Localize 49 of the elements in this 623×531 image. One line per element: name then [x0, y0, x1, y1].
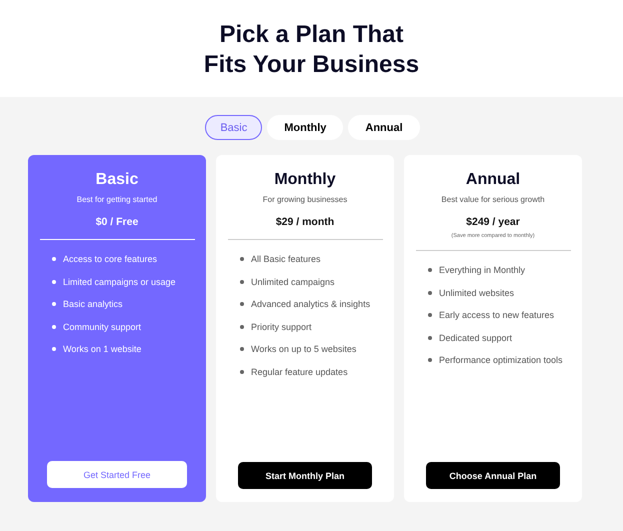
- plan-name: Basic: [96, 171, 138, 189]
- plan-tagline: For growing businesses: [262, 195, 348, 204]
- page-heading: Pick a Plan That: [219, 20, 404, 50]
- bullet-icon: [240, 370, 244, 374]
- plan-tagline: Best value for serious growth: [441, 195, 545, 204]
- bullet-icon: [428, 336, 432, 340]
- bullet-icon: [52, 280, 56, 284]
- plan-tab[interactable]: Monthly: [267, 115, 344, 140]
- page-heading: Fits Your Business: [204, 50, 420, 80]
- plan-button[interactable]: Choose Annual Plan: [426, 462, 560, 489]
- bullet-icon: [52, 257, 56, 262]
- plan-name: Annual: [466, 171, 520, 189]
- feature-text: Priority support: [251, 322, 312, 332]
- feature-text: Community support: [63, 322, 142, 332]
- bullet-icon: [240, 347, 244, 352]
- plan-price: $0 / Free: [96, 216, 138, 228]
- feature-text: Everything in Monthly: [439, 265, 526, 276]
- plan-button[interactable]: Get Started Free: [47, 461, 187, 488]
- feature-text: Works on 1 website: [63, 344, 142, 354]
- plan-tab[interactable]: Basic: [205, 115, 262, 140]
- bullet-icon: [52, 324, 56, 329]
- plan-tab[interactable]: Annual: [348, 115, 420, 140]
- feature-text: Regular feature updates: [251, 366, 348, 377]
- bullet-icon: [428, 290, 432, 295]
- bullet-icon: [428, 313, 432, 318]
- bullet-icon: [52, 347, 56, 352]
- bullet-icon: [428, 358, 432, 362]
- feature-text: Unlimited websites: [439, 288, 514, 298]
- feature-text: Works on up to 5 websites: [251, 344, 356, 354]
- bullet-icon: [240, 257, 244, 262]
- bullet-icon: [52, 302, 56, 306]
- feature-text: Access to core features: [63, 254, 158, 264]
- feature-text: All Basic features: [251, 254, 321, 264]
- feature-text: Basic analytics: [63, 299, 123, 310]
- bullet-icon: [240, 302, 244, 306]
- bullet-icon: [240, 280, 244, 284]
- feature-text: Limited campaigns or usage: [63, 276, 176, 287]
- feature-text: Early access to new features: [439, 310, 554, 320]
- plan-price: $249 / year: [466, 216, 520, 228]
- plan-name: Monthly: [274, 171, 336, 189]
- bullet-icon: [428, 268, 432, 272]
- feature-text: Unlimited campaigns: [251, 276, 335, 287]
- bullet-icon: [240, 324, 244, 329]
- feature-text: Performance optimization tools: [439, 355, 563, 366]
- feature-text: Advanced analytics & insights: [251, 299, 370, 310]
- plan-price: $29 / month: [276, 216, 334, 228]
- plan-tagline: Best for getting started: [76, 195, 158, 204]
- feature-text: Dedicated support: [439, 332, 512, 343]
- plan-button[interactable]: Start Monthly Plan: [238, 462, 372, 489]
